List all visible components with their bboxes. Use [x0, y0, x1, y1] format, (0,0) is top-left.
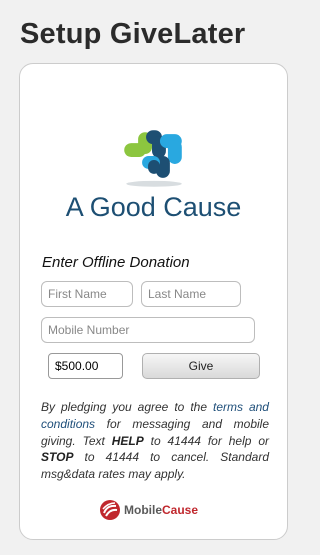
disclaimer-part4: to 41444 to cancel. Standard msg&data ra… — [41, 450, 269, 482]
mobilecause-logo-icon — [100, 500, 120, 520]
mobilecause-wordmark: MobileCause — [124, 503, 198, 517]
stop-keyword: STOP — [41, 450, 74, 465]
give-button[interactable]: Give — [142, 353, 260, 379]
org-logo-icon — [124, 130, 182, 187]
mobile-number-input[interactable] — [41, 317, 255, 343]
amount-input[interactable] — [48, 353, 123, 379]
brand-name-part1: Mobile — [124, 503, 162, 517]
org-name: A Good Cause — [65, 192, 242, 222]
last-name-input[interactable] — [141, 281, 241, 307]
help-keyword: HELP — [111, 433, 144, 448]
page-title: Setup GiveLater — [20, 18, 246, 50]
brand-name-part2: Cause — [162, 503, 199, 517]
disclaimer-text: By pledging you agree to the terms and c… — [41, 399, 269, 483]
form-title: Enter Offline Donation — [42, 254, 190, 271]
disclaimer-part1: By pledging you agree to the — [41, 400, 213, 414]
donation-card: A Good Cause Enter Offline Donation Give… — [19, 63, 288, 540]
disclaimer-part3: to 41444 for help or — [143, 433, 269, 448]
first-name-input[interactable] — [41, 281, 133, 307]
mobilecause-brand: MobileCause — [98, 498, 214, 522]
